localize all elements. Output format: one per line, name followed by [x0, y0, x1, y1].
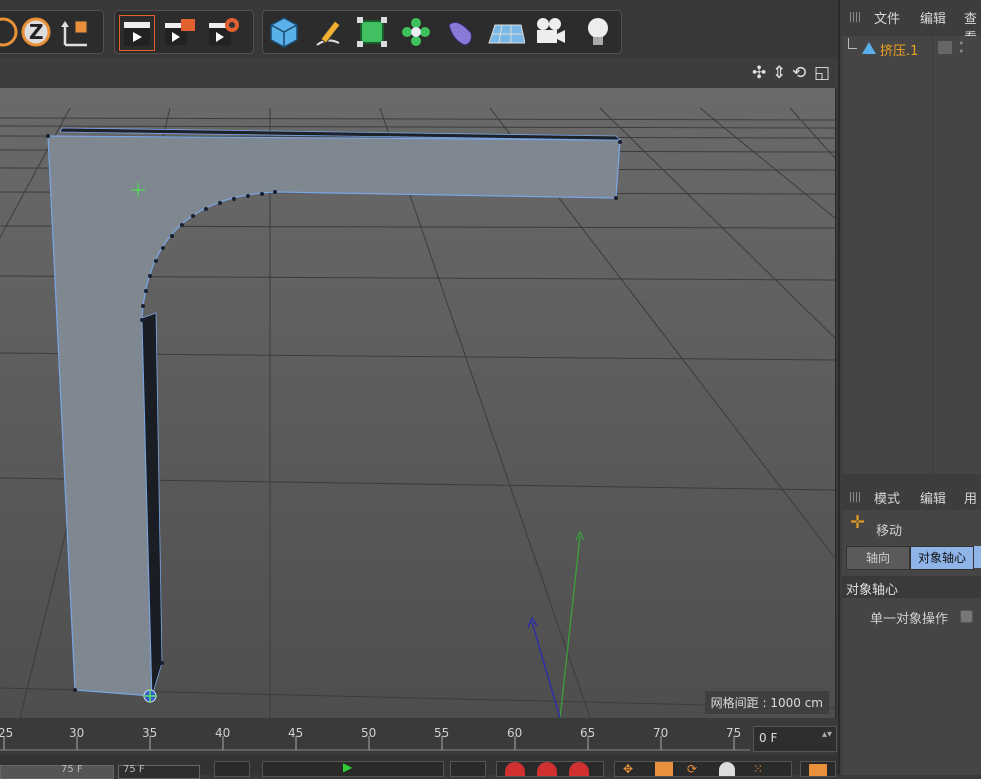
deformer-icon[interactable]: [443, 15, 477, 49]
attribute-manager-menu: 模式 编辑 用户: [840, 478, 981, 526]
render-toolbar-group: [114, 10, 254, 54]
object-name[interactable]: 挤压.1: [880, 40, 918, 59]
visibility-dots-icon[interactable]: • •: [958, 38, 965, 57]
film-icon: [809, 764, 827, 776]
dolly-view-icon[interactable]: ⇕: [772, 64, 786, 82]
section-header: 对象轴心: [842, 576, 981, 598]
object-row-extrude[interactable]: 挤压.1 • •: [842, 38, 981, 59]
tool-name: 移动: [876, 524, 903, 539]
timeline-tick: 75: [726, 726, 742, 740]
menu-file[interactable]: 文件: [874, 8, 900, 27]
object-name-column: [842, 36, 933, 474]
single-object-checkbox[interactable]: [960, 610, 973, 623]
timeline-tick: 45: [288, 726, 304, 740]
attribute-panel: ✛ 移动 轴向 对象轴心 对象轴心 单一对象操作: [842, 510, 981, 775]
keyframe-selection-icon[interactable]: [569, 762, 589, 776]
pan-view-icon[interactable]: ✣: [752, 64, 766, 82]
play-icon[interactable]: ▶: [343, 760, 352, 774]
range-start-value: 75 F: [61, 764, 83, 775]
pen-spline-icon[interactable]: [311, 15, 345, 49]
cloner-icon[interactable]: [399, 15, 433, 49]
object-manager-menu: 文件 编辑 查看: [840, 0, 981, 46]
subdivision-generator-icon[interactable]: [355, 15, 389, 49]
timeline-tick: 30: [69, 726, 85, 740]
render-view-icon[interactable]: [119, 15, 155, 51]
panel-grip-icon[interactable]: [850, 492, 862, 502]
viewport-header: ✣ ⇕ ⟲ ◱: [0, 58, 838, 88]
timeline-tick: 70: [653, 726, 669, 740]
timeline-ruler[interactable]: 25 30 35 40 45 50 55 60 65 70 75: [0, 720, 838, 755]
object-list[interactable]: 挤压.1 • •: [842, 36, 981, 474]
tree-line: [848, 38, 857, 49]
objects-toolbar-group: [262, 10, 622, 54]
z-axis-lock-button[interactable]: Z: [19, 15, 53, 49]
tab-overflow[interactable]: [974, 546, 981, 568]
viewport-scene: [0, 88, 835, 718]
axis-toolbar-group: Z: [0, 10, 104, 54]
section-title: 对象轴心: [846, 583, 899, 598]
right-panel: 文件 编辑 查看 挤压.1 •• 模式 编辑 用户 ✛ 移动 轴向 对象轴心 对…: [838, 0, 981, 775]
menu-edit[interactable]: 编辑: [920, 488, 946, 507]
frame-stepper-icon[interactable]: ▴▾: [822, 729, 832, 740]
layer-icon[interactable]: [938, 41, 952, 54]
rotation-key-icon[interactable]: ⟳: [687, 762, 697, 776]
option-label: 单一对象操作: [870, 612, 949, 627]
move-tool-icon: ✛: [850, 512, 866, 533]
record-key-icon[interactable]: [505, 762, 525, 776]
rotate-view-icon[interactable]: ⟲: [792, 64, 806, 82]
camera-icon[interactable]: [533, 15, 567, 49]
menu-edit[interactable]: 编辑: [920, 8, 946, 27]
render-settings-icon[interactable]: [207, 15, 241, 49]
auto-key-icon[interactable]: [537, 762, 557, 776]
light-icon[interactable]: [581, 15, 615, 49]
z-axis-label: Z: [29, 20, 44, 44]
scale-key-icon[interactable]: [655, 762, 673, 776]
menu-mode[interactable]: 模式: [874, 488, 900, 507]
timeline-tick: 25: [0, 726, 14, 740]
render-picture-viewer-icon[interactable]: [163, 15, 197, 49]
coordinate-system-icon[interactable]: [59, 15, 93, 49]
extrude-icon: [862, 42, 876, 54]
grid-spacing-label: 网格间距 : 1000 cm: [704, 691, 829, 714]
range-end-field[interactable]: 75 F: [118, 764, 200, 779]
timeline-tick: 55: [434, 726, 450, 740]
playback-bar: 75 F 75 F ▶ ✥ ⟳ ⁙: [0, 755, 838, 779]
main-toolbar: Z: [0, 0, 838, 58]
3d-viewport[interactable]: 网格间距 : 1000 cm: [0, 88, 836, 718]
current-frame-field[interactable]: 0 F ▴▾: [753, 726, 837, 752]
timeline-tick: 35: [142, 726, 158, 740]
timeline-tick: 65: [580, 726, 596, 740]
timeline-tick: 50: [361, 726, 377, 740]
range-end-value: 75 F: [123, 764, 145, 775]
current-frame-value: 0 F: [759, 731, 778, 745]
range-start-field[interactable]: 75 F: [0, 764, 114, 779]
parameter-key-icon[interactable]: [719, 762, 735, 776]
position-key-icon[interactable]: ✥: [623, 762, 633, 776]
floor-icon[interactable]: [487, 15, 526, 49]
cube-primitive-icon[interactable]: [267, 15, 301, 49]
toggle-view-layout-icon[interactable]: ◱: [814, 64, 830, 82]
panel-grip-icon[interactable]: [850, 12, 862, 22]
tab-axis[interactable]: 轴向: [846, 546, 910, 570]
tab-object-axis[interactable]: 对象轴心: [910, 546, 974, 570]
timeline-tick: 60: [507, 726, 523, 740]
point-level-key-icon[interactable]: ⁙: [753, 762, 763, 776]
timeline-tick: 40: [215, 726, 231, 740]
